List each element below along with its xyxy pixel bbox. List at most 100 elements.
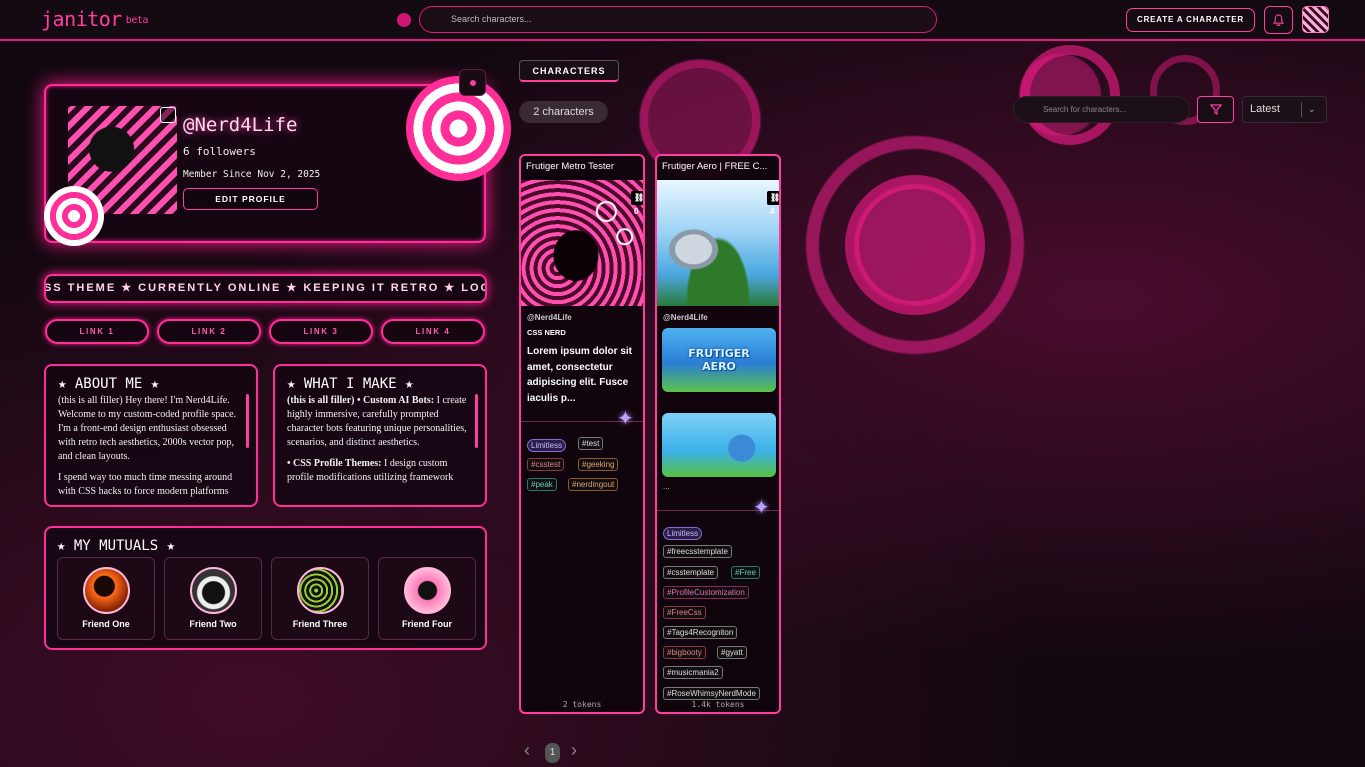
pfp-badge bbox=[160, 107, 176, 123]
friend-name: Friend Three bbox=[292, 619, 348, 629]
scrollbar[interactable] bbox=[475, 394, 478, 448]
friend-card[interactable]: Friend Two bbox=[164, 557, 262, 640]
friend-card[interactable]: Friend Four bbox=[378, 557, 476, 640]
pagination-next[interactable]: › bbox=[571, 740, 577, 761]
beta-label: beta bbox=[125, 15, 149, 26]
background-ring bbox=[1020, 45, 1120, 145]
tag-limitless[interactable]: Limitless bbox=[663, 527, 703, 540]
notifications-button[interactable] bbox=[1264, 6, 1293, 34]
mutuals-title: ★ MY MUTUALS ★ bbox=[57, 538, 176, 554]
user-avatar[interactable] bbox=[1302, 6, 1329, 33]
sparkle-icon: ✦ bbox=[617, 406, 634, 430]
target-decoration bbox=[44, 186, 104, 246]
tag[interactable]: #RoseWhimsyNerdMode bbox=[663, 687, 760, 700]
chat-icon: ⛓ bbox=[634, 193, 645, 202]
pagination-page-1[interactable]: 1 bbox=[545, 743, 560, 763]
character-tagline: CSS NERD bbox=[527, 328, 566, 337]
tag[interactable]: #ProfileCustomization bbox=[663, 586, 749, 599]
what-i-make-text: (this is all filler) • Custom AI Bots: I… bbox=[287, 394, 473, 450]
character-card[interactable]: Frutiger Metro Tester ⛓ 0 @Nerd4Life CSS… bbox=[519, 154, 645, 714]
filter-button[interactable] bbox=[1197, 96, 1234, 123]
tag[interactable]: #freecsstemplate bbox=[663, 545, 732, 558]
divider bbox=[1301, 102, 1302, 117]
link-3-button[interactable]: LINK 3 bbox=[269, 319, 373, 344]
username: @Nerd4Life bbox=[183, 114, 298, 136]
about-me-text: (this is all filler) Hey there! I'm Nerd… bbox=[58, 395, 237, 462]
what-i-make-text-2: • CSS Profile Themes: I design custom pr… bbox=[287, 457, 473, 485]
character-count-badge: 2 characters bbox=[519, 101, 608, 123]
tag[interactable]: #gyatt bbox=[717, 646, 747, 659]
tag[interactable]: #FreeCss bbox=[663, 606, 706, 619]
sort-value: Latest bbox=[1250, 103, 1280, 115]
marquee-text: CSS THEME ★ CURRENTLY ONLINE ★ KEEPING I… bbox=[44, 282, 487, 294]
character-card[interactable]: Frutiger Aero | FREE C... ⛓ 4 @Nerd4Life… bbox=[655, 154, 781, 714]
top-navbar: janitor beta Search characters... CREATE … bbox=[0, 0, 1365, 41]
character-image bbox=[657, 180, 779, 306]
tag[interactable]: #csstest bbox=[527, 458, 565, 471]
tag-limitless[interactable]: Limitless bbox=[527, 439, 567, 452]
character-title: Frutiger Aero | FREE C... bbox=[662, 161, 768, 172]
link-4-button[interactable]: LINK 4 bbox=[381, 319, 485, 344]
bell-icon bbox=[1273, 14, 1284, 26]
bold-label: • CSS Profile Themes: bbox=[287, 458, 382, 469]
frutiger-aero-banner: FRUTIGER AERO bbox=[662, 328, 776, 392]
profile-menu-button[interactable] bbox=[459, 69, 486, 96]
what-i-make-box: ★ WHAT I MAKE ★ (this is all filler) • C… bbox=[273, 364, 487, 507]
tag[interactable]: #geeking bbox=[578, 458, 619, 471]
creator-name[interactable]: @Nerd4Life bbox=[663, 313, 708, 322]
friend-avatar bbox=[403, 567, 451, 614]
creator-name[interactable]: @Nerd4Life bbox=[527, 313, 572, 322]
profile-card: @Nerd4Life 6 followers Member Since Nov … bbox=[44, 76, 511, 246]
chat-icon: ⛓ bbox=[770, 193, 781, 202]
followers-count[interactable]: 6 followers bbox=[183, 145, 256, 158]
friend-name: Friend Two bbox=[189, 619, 237, 629]
mutuals-box: ★ MY MUTUALS ★ Friend One Friend Two Fri… bbox=[44, 526, 487, 650]
token-count: 2 tokens bbox=[562, 700, 602, 709]
background-ring bbox=[845, 175, 985, 315]
tag[interactable]: #musicmania2 bbox=[663, 666, 723, 679]
tag[interactable]: #peak bbox=[527, 478, 557, 491]
tag[interactable]: #test bbox=[578, 437, 604, 450]
aero-image bbox=[662, 413, 776, 477]
friend-name: Friend One bbox=[82, 619, 130, 629]
create-character-button[interactable]: CREATE A CHARACTER bbox=[1126, 8, 1255, 32]
chat-count-badge: ⛓ 0 bbox=[631, 191, 645, 216]
tag[interactable]: #Free bbox=[731, 566, 760, 579]
tab-characters[interactable]: CHARACTERS bbox=[519, 60, 619, 82]
sparkle-icon: ✦ bbox=[753, 495, 770, 519]
character-search-input[interactable]: Search for characters... bbox=[1013, 96, 1190, 123]
ellipsis-text: ... bbox=[663, 482, 670, 491]
search-input[interactable]: Search characters... bbox=[419, 6, 937, 33]
marquee-banner: CSS THEME ★ CURRENTLY ONLINE ★ KEEPING I… bbox=[44, 274, 487, 303]
status-dot-icon bbox=[397, 13, 411, 27]
sort-select[interactable]: Latest ⌄ bbox=[1242, 96, 1327, 123]
link-1-button[interactable]: LINK 1 bbox=[45, 319, 149, 344]
character-image bbox=[521, 180, 643, 306]
tag[interactable]: #Tags4Recogniton bbox=[663, 626, 738, 639]
menu-dot-icon bbox=[469, 79, 476, 86]
friend-card[interactable]: Friend One bbox=[57, 557, 155, 640]
pagination-prev[interactable]: ‹ bbox=[524, 740, 530, 761]
bold-label: (this is all filler) • Custom AI Bots: bbox=[287, 395, 435, 406]
friend-avatar bbox=[189, 567, 237, 614]
friend-avatar bbox=[82, 567, 130, 614]
about-me-title: ★ ABOUT ME ★ bbox=[58, 376, 160, 392]
tag[interactable]: #bigbooty bbox=[663, 646, 706, 659]
friend-card[interactable]: Friend Three bbox=[271, 557, 369, 640]
what-i-make-title: ★ WHAT I MAKE ★ bbox=[287, 376, 414, 392]
chevron-down-icon: ⌄ bbox=[1308, 104, 1316, 114]
friend-name: Friend Four bbox=[402, 619, 452, 629]
link-2-button[interactable]: LINK 2 bbox=[157, 319, 261, 344]
tag[interactable]: #csstemplate bbox=[663, 566, 719, 579]
token-count: 1.4k tokens bbox=[691, 700, 745, 709]
friend-avatar bbox=[296, 567, 344, 614]
scrollbar[interactable] bbox=[246, 394, 249, 448]
about-me-text-2: I spend way too much time messing around… bbox=[58, 472, 233, 497]
member-since: Member Since Nov 2, 2025 bbox=[183, 169, 321, 180]
filter-icon bbox=[1209, 104, 1222, 115]
character-description: Lorem ipsum dolor sit amet, consectetur … bbox=[527, 346, 633, 404]
edit-profile-button[interactable]: EDIT PROFILE bbox=[183, 188, 318, 210]
chat-count-badge: ⛓ 4 bbox=[767, 191, 781, 216]
site-logo[interactable]: janitor beta bbox=[41, 7, 148, 31]
tag[interactable]: #nerdingout bbox=[568, 478, 619, 491]
